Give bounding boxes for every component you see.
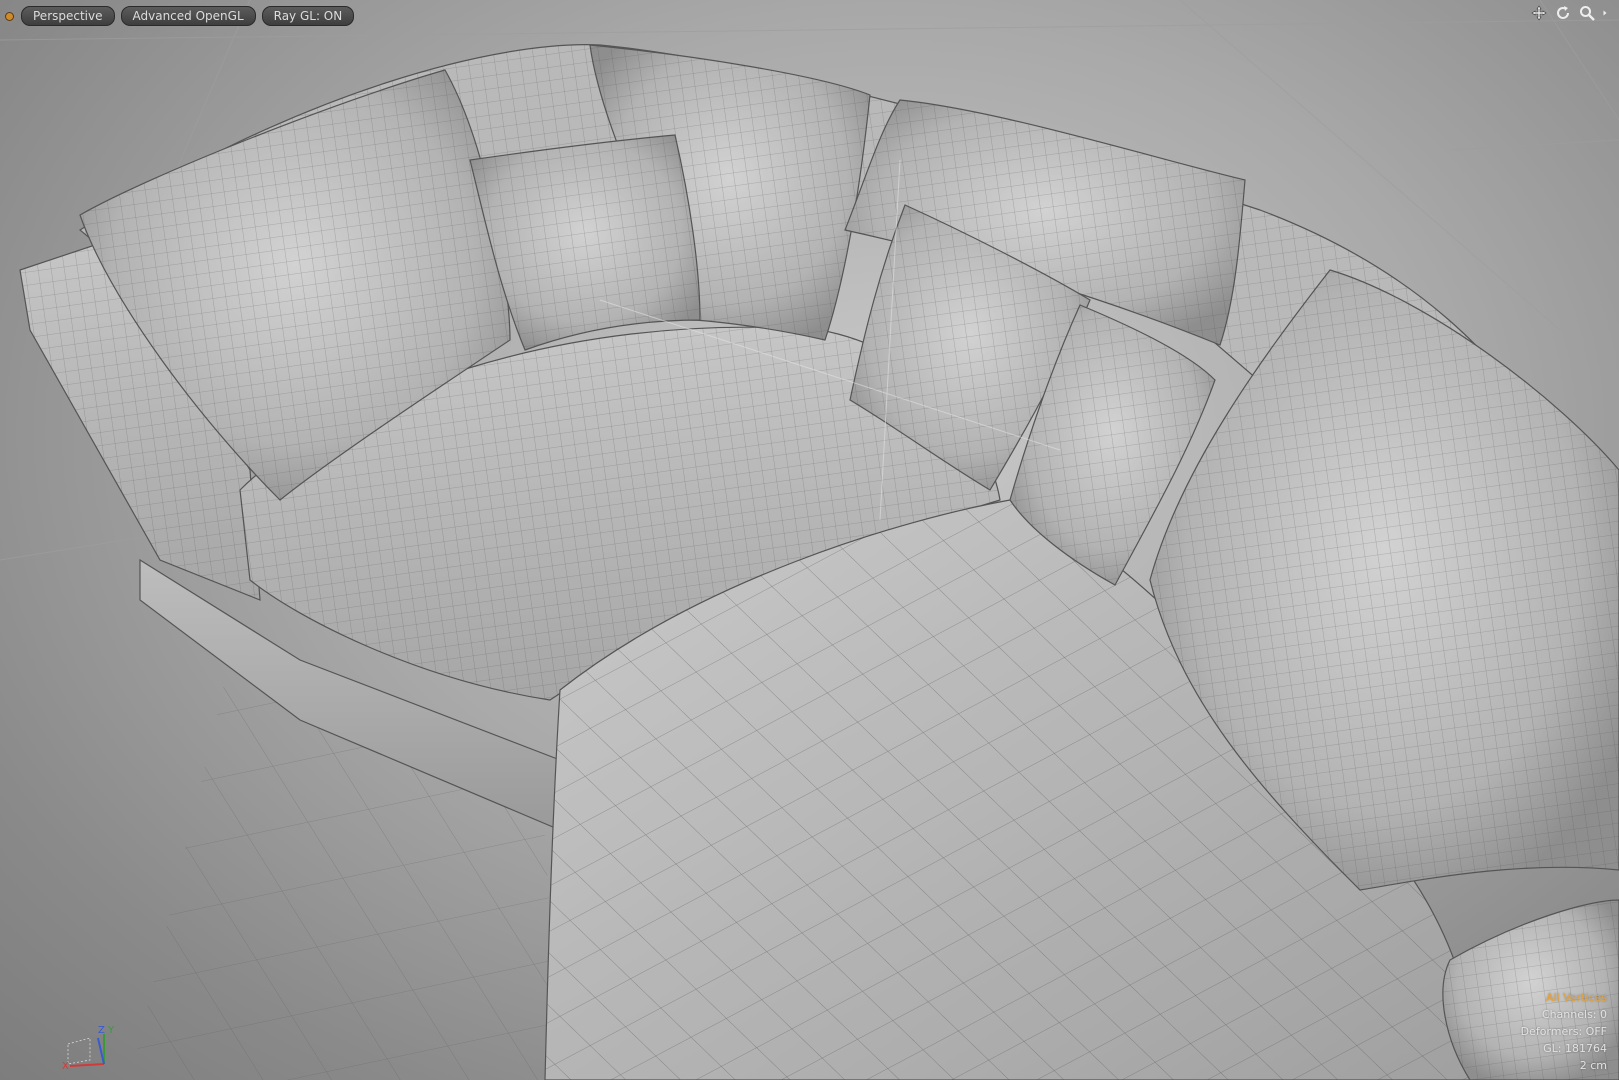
status-dot [6, 12, 13, 20]
ray-gl-toggle[interactable]: Ray GL: ON [261, 6, 355, 26]
expand-arrow-icon[interactable] [1603, 5, 1611, 21]
axis-x-label: X [62, 1061, 69, 1070]
move-icon[interactable] [1531, 5, 1547, 21]
gl-polycount-readout: GL: 181764 [1543, 1042, 1607, 1055]
hud-info-panel: All Vertices Channels: 0 Deformers: OFF … [1521, 989, 1607, 1074]
render-mode-button[interactable]: Advanced OpenGL [120, 6, 256, 26]
viewport-toolbar: Perspective Advanced OpenGL Ray GL: ON [6, 5, 355, 27]
viewport-nav-controls [1531, 5, 1611, 21]
selection-mode-label: All Vertices [1545, 991, 1607, 1004]
rotate-icon[interactable] [1555, 5, 1571, 21]
grid-scale-readout: 2 cm [1579, 1059, 1607, 1072]
axis-y-label: Y [107, 1025, 115, 1036]
axis-z-label: Z [98, 1025, 105, 1036]
deformers-readout: Deformers: OFF [1520, 1025, 1607, 1038]
view-mode-button[interactable]: Perspective [21, 6, 115, 26]
channels-readout: Channels: 0 [1541, 1008, 1607, 1021]
scene-canvas[interactable] [0, 0, 1619, 1080]
axis-gizmo: X Y Z [60, 1024, 120, 1072]
zoom-icon[interactable] [1579, 5, 1595, 21]
3d-viewport[interactable]: Perspective Advanced OpenGL Ray GL: ON X… [0, 0, 1619, 1080]
